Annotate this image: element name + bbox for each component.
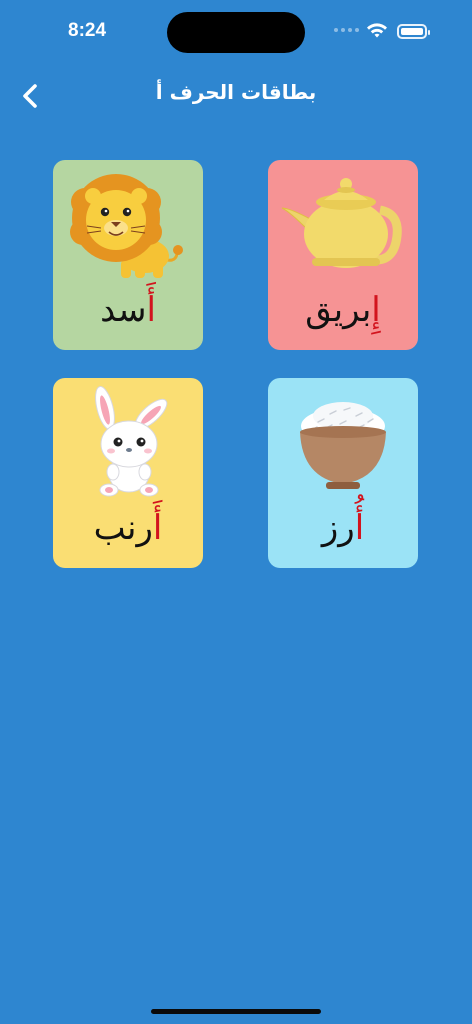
card-letter: أُ xyxy=(354,508,365,548)
chevron-left-icon xyxy=(23,84,37,108)
status-bar: 8:24 xyxy=(0,0,472,64)
card-letter: أَ xyxy=(152,508,163,548)
card-word: أَرنب xyxy=(53,506,203,550)
rabbit-icon xyxy=(95,386,168,497)
page-title: بطاقات الحرف أ xyxy=(155,80,317,104)
wifi-icon xyxy=(367,23,387,38)
card-word: إِبريق xyxy=(268,288,418,332)
card-teapot[interactable]: إِبريق xyxy=(268,160,418,350)
status-time: 8:24 xyxy=(68,20,107,41)
card-lion[interactable]: أَسد xyxy=(53,160,203,350)
card-letter: أَ xyxy=(146,290,156,330)
card-word: أُرز xyxy=(268,506,418,550)
dynamic-island xyxy=(167,12,305,53)
navigation-bar: بطاقات الحرف أ xyxy=(0,70,472,122)
card-word: أَسد xyxy=(53,288,203,332)
lion-icon xyxy=(70,174,183,278)
card-word-rest: رنب xyxy=(93,508,153,548)
battery-icon xyxy=(397,24,430,39)
card-letter: إِ xyxy=(371,290,381,330)
home-indicator xyxy=(151,1009,321,1014)
card-rabbit[interactable]: أَرنب xyxy=(53,378,203,568)
teapot-icon xyxy=(281,178,402,268)
card-word-rest: سد xyxy=(100,290,147,330)
back-button[interactable] xyxy=(14,76,50,116)
cellular-signal-icon xyxy=(334,28,359,32)
card-rice[interactable]: أُرز xyxy=(268,378,418,568)
card-word-rest: بريق xyxy=(305,290,372,330)
rice-bowl-icon xyxy=(300,402,386,489)
card-word-rest: رز xyxy=(321,508,355,548)
